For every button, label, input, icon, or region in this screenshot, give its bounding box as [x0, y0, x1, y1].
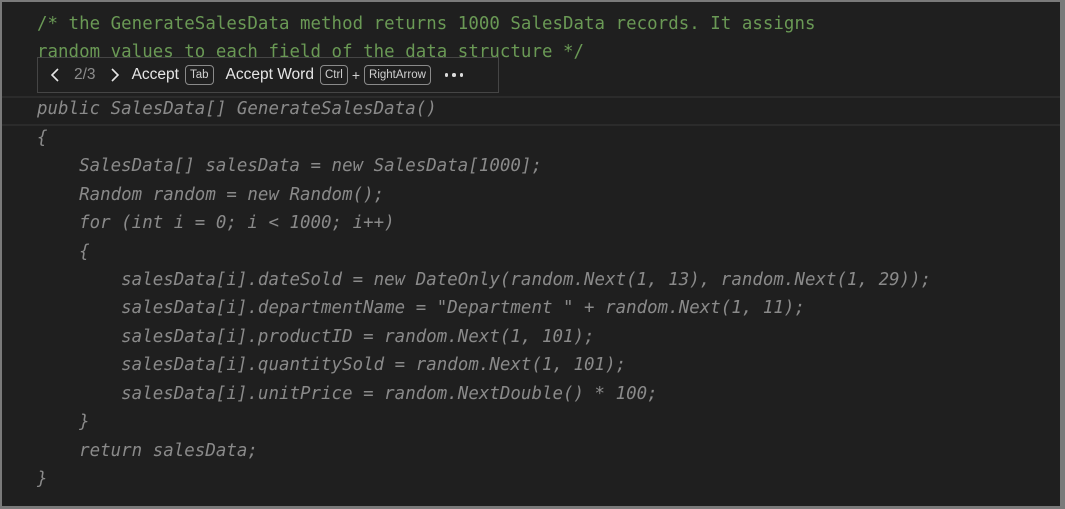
code-editor[interactable]: /* the GenerateSalesData method returns … [2, 2, 1060, 506]
ghost-suggestion-line: { [37, 242, 90, 262]
more-actions-button[interactable] [444, 73, 464, 77]
accept-word-key-rightarrow: RightArrow [364, 65, 431, 85]
key-combo-plus: + [351, 67, 361, 83]
ghost-suggestion-line: salesData[i].dateSold = new DateOnly(ran… [37, 270, 932, 290]
ghost-suggestion-line: public SalesData[] GenerateSalesData() [37, 99, 437, 119]
chevron-left-icon [50, 68, 59, 82]
ghost-suggestion-line: SalesData[] salesData = new SalesData[10… [37, 156, 542, 176]
chevron-right-icon [110, 68, 119, 82]
ghost-suggestion-line: } [37, 469, 48, 489]
previous-suggestion-button[interactable] [44, 64, 66, 86]
ghost-suggestion-line: Random random = new Random(); [37, 185, 385, 205]
ghost-suggestion-line: for (int i = 0; i < 1000; i++) [37, 213, 395, 233]
suggestion-counter: 2/3 [74, 66, 96, 83]
ghost-suggestion-line: salesData[i].productID = random.Next(1, … [37, 327, 595, 347]
ghost-suggestion-line: { [37, 128, 48, 148]
accept-word-key-ctrl: Ctrl [319, 65, 348, 85]
accept-keybinding: Tab [184, 65, 214, 85]
ghost-suggestion-line: salesData[i].quantitySold = random.Next(… [37, 355, 627, 375]
ghost-suggestion-line: salesData[i].departmentName = "Departmen… [37, 298, 805, 318]
ghost-suggestion-line: return salesData; [37, 441, 258, 461]
inline-suggestion-toolbar: 2/3 Accept Tab Accept Word Ctrl + RightA… [37, 57, 499, 93]
accept-word-button[interactable]: Accept Word [226, 66, 314, 84]
ghost-suggestion-line: } [37, 412, 90, 432]
code-comment-line: /* the GenerateSalesData method returns … [37, 14, 816, 34]
accept-button[interactable]: Accept [132, 66, 179, 84]
more-horizontal-icon [444, 73, 464, 77]
next-suggestion-button[interactable] [104, 64, 126, 86]
ghost-suggestion-line: salesData[i].unitPrice = random.NextDoub… [37, 384, 658, 404]
